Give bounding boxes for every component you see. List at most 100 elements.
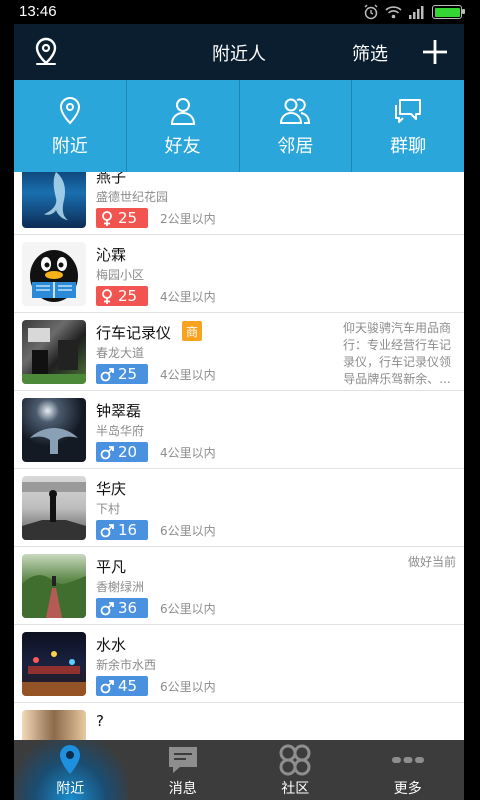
male-icon <box>100 445 114 459</box>
gender-age-badge: 25 <box>96 208 148 228</box>
gender-age-badge: 16 <box>96 520 148 540</box>
age: 16 <box>118 521 138 539</box>
avatar <box>22 242 86 306</box>
list-item[interactable]: 沁霖 梅园小区 25 4公里以内 <box>14 235 464 313</box>
avatar <box>22 398 86 462</box>
male-icon <box>100 523 114 537</box>
more-icon <box>391 757 424 763</box>
title-bar: 附近人 筛选 <box>14 24 464 80</box>
person-location: 半岛华府 <box>96 424 145 438</box>
tab-friends[interactable]: 好友 <box>127 80 240 172</box>
distance: 4公里以内 <box>160 368 216 382</box>
person-location: 下村 <box>96 502 121 516</box>
avatar <box>22 476 86 540</box>
distance: 6公里以内 <box>160 602 216 616</box>
distance: 6公里以内 <box>160 524 216 538</box>
person-name: ? <box>96 712 104 730</box>
male-icon <box>100 679 114 693</box>
person-signature: 做好当前 <box>407 555 456 569</box>
list-item[interactable]: 水水 新余市水西 45 6公里以内 <box>14 625 464 703</box>
list-item[interactable]: 华庆 下村 16 6公里以内 <box>14 469 464 547</box>
two-people-icon <box>280 98 311 124</box>
wifi-icon <box>385 6 402 19</box>
chat-bubbles-icon <box>395 99 422 123</box>
list-item[interactable]: ? <box>14 703 464 740</box>
avatar <box>22 172 86 228</box>
location-pin-icon <box>60 745 81 774</box>
person-name: 平凡 <box>96 558 127 576</box>
male-icon <box>100 367 114 381</box>
person-name: 华庆 <box>96 480 127 498</box>
nav-messages[interactable]: 消息 <box>127 740 240 800</box>
distance: 4公里以内 <box>160 446 216 460</box>
female-icon <box>102 288 112 304</box>
person-signature: 仰天骏骋汽车用品商行：专业经营行车记录仪，行车记录仪领导品牌乐驾新余、... <box>342 321 451 386</box>
avatar <box>22 320 86 384</box>
bottom-navigation: 附近 消息 社区 更多 <box>14 740 464 800</box>
nav-label: 更多 <box>393 781 422 797</box>
list-item[interactable]: 钟翠磊 半岛华府 20 4公里以内 <box>14 391 464 469</box>
people-list: 燕子 盛德世纪花园 25 2公里以内 沁霖 梅园小区 25 4公里以内 行车记录… <box>14 172 464 740</box>
status-icons <box>363 4 465 20</box>
distance: 4公里以内 <box>160 290 216 304</box>
list-item[interactable]: 燕子 盛德世纪花园 25 2公里以内 <box>14 172 464 235</box>
tab-label: 邻居 <box>277 136 314 157</box>
nav-label: 附近 <box>56 781 85 797</box>
nav-nearby[interactable]: 附近 <box>14 740 127 800</box>
nav-label: 社区 <box>281 781 310 797</box>
age: 45 <box>118 677 138 695</box>
person-name: 行车记录仪 <box>96 324 172 342</box>
community-icon <box>279 744 311 776</box>
person-location: 春龙大道 <box>96 346 145 360</box>
person-location: 梅园小区 <box>96 268 145 282</box>
nav-label: 消息 <box>168 781 197 797</box>
app-window: 附近人 筛选 附近 好友 邻居 群聊 燕子 盛德世纪花园 25 2公里以内 沁霖… <box>14 24 464 800</box>
tab-label: 附近 <box>51 136 88 157</box>
gender-age-badge: 25 <box>96 286 148 306</box>
status-bar: 13:46 <box>0 0 480 24</box>
tab-nearby[interactable]: 附近 <box>14 80 127 172</box>
age: 36 <box>118 599 138 617</box>
avatar <box>22 632 86 696</box>
person-location: 新余市水西 <box>96 658 157 672</box>
list-item[interactable]: 行车记录仪 商 春龙大道 25 4公里以内 仰天骏骋汽车用品商行：专业经营行车记… <box>14 313 464 391</box>
distance: 2公里以内 <box>160 212 216 226</box>
tab-group-chat[interactable]: 群聊 <box>352 80 464 172</box>
distance: 6公里以内 <box>160 680 216 694</box>
signal-icon <box>409 6 424 19</box>
person-icon <box>170 98 195 125</box>
gender-age-badge: 36 <box>96 598 148 618</box>
page-title: 附近人 <box>212 44 266 65</box>
location-pin-icon <box>59 96 80 125</box>
person-name: 燕子 <box>96 172 127 186</box>
age: 20 <box>118 443 138 461</box>
gender-age-badge: 25 <box>96 364 148 384</box>
male-icon <box>100 601 114 615</box>
gender-age-badge: 45 <box>96 676 148 696</box>
person-name: 钟翠磊 <box>96 402 142 420</box>
tab-neighbors[interactable]: 邻居 <box>240 80 353 172</box>
person-location: 香榭绿洲 <box>96 580 145 594</box>
list-item[interactable]: 平凡 香榭绿洲 36 6公里以内 做好当前 <box>14 547 464 625</box>
filter-button[interactable]: 筛选 <box>352 40 388 66</box>
nav-community[interactable]: 社区 <box>239 740 352 800</box>
person-name: 水水 <box>96 636 127 654</box>
tab-label: 好友 <box>164 136 201 157</box>
nav-more[interactable]: 更多 <box>352 740 465 800</box>
avatar <box>22 710 86 740</box>
avatar <box>22 554 86 618</box>
message-icon <box>168 747 197 773</box>
category-tabs: 附近 好友 邻居 群聊 <box>14 80 464 172</box>
alarm-icon <box>364 4 378 20</box>
female-icon <box>102 210 112 226</box>
battery-icon <box>432 5 465 19</box>
tab-label: 群聊 <box>390 136 427 157</box>
age: 25 <box>118 365 138 383</box>
gender-age-badge: 20 <box>96 442 148 462</box>
age: 25 <box>118 287 138 305</box>
age: 25 <box>118 209 138 227</box>
status-time: 13:46 <box>19 3 57 20</box>
person-name: 沁霖 <box>96 246 127 264</box>
add-icon[interactable] <box>422 39 448 65</box>
merchant-badge: 商 <box>182 321 202 341</box>
